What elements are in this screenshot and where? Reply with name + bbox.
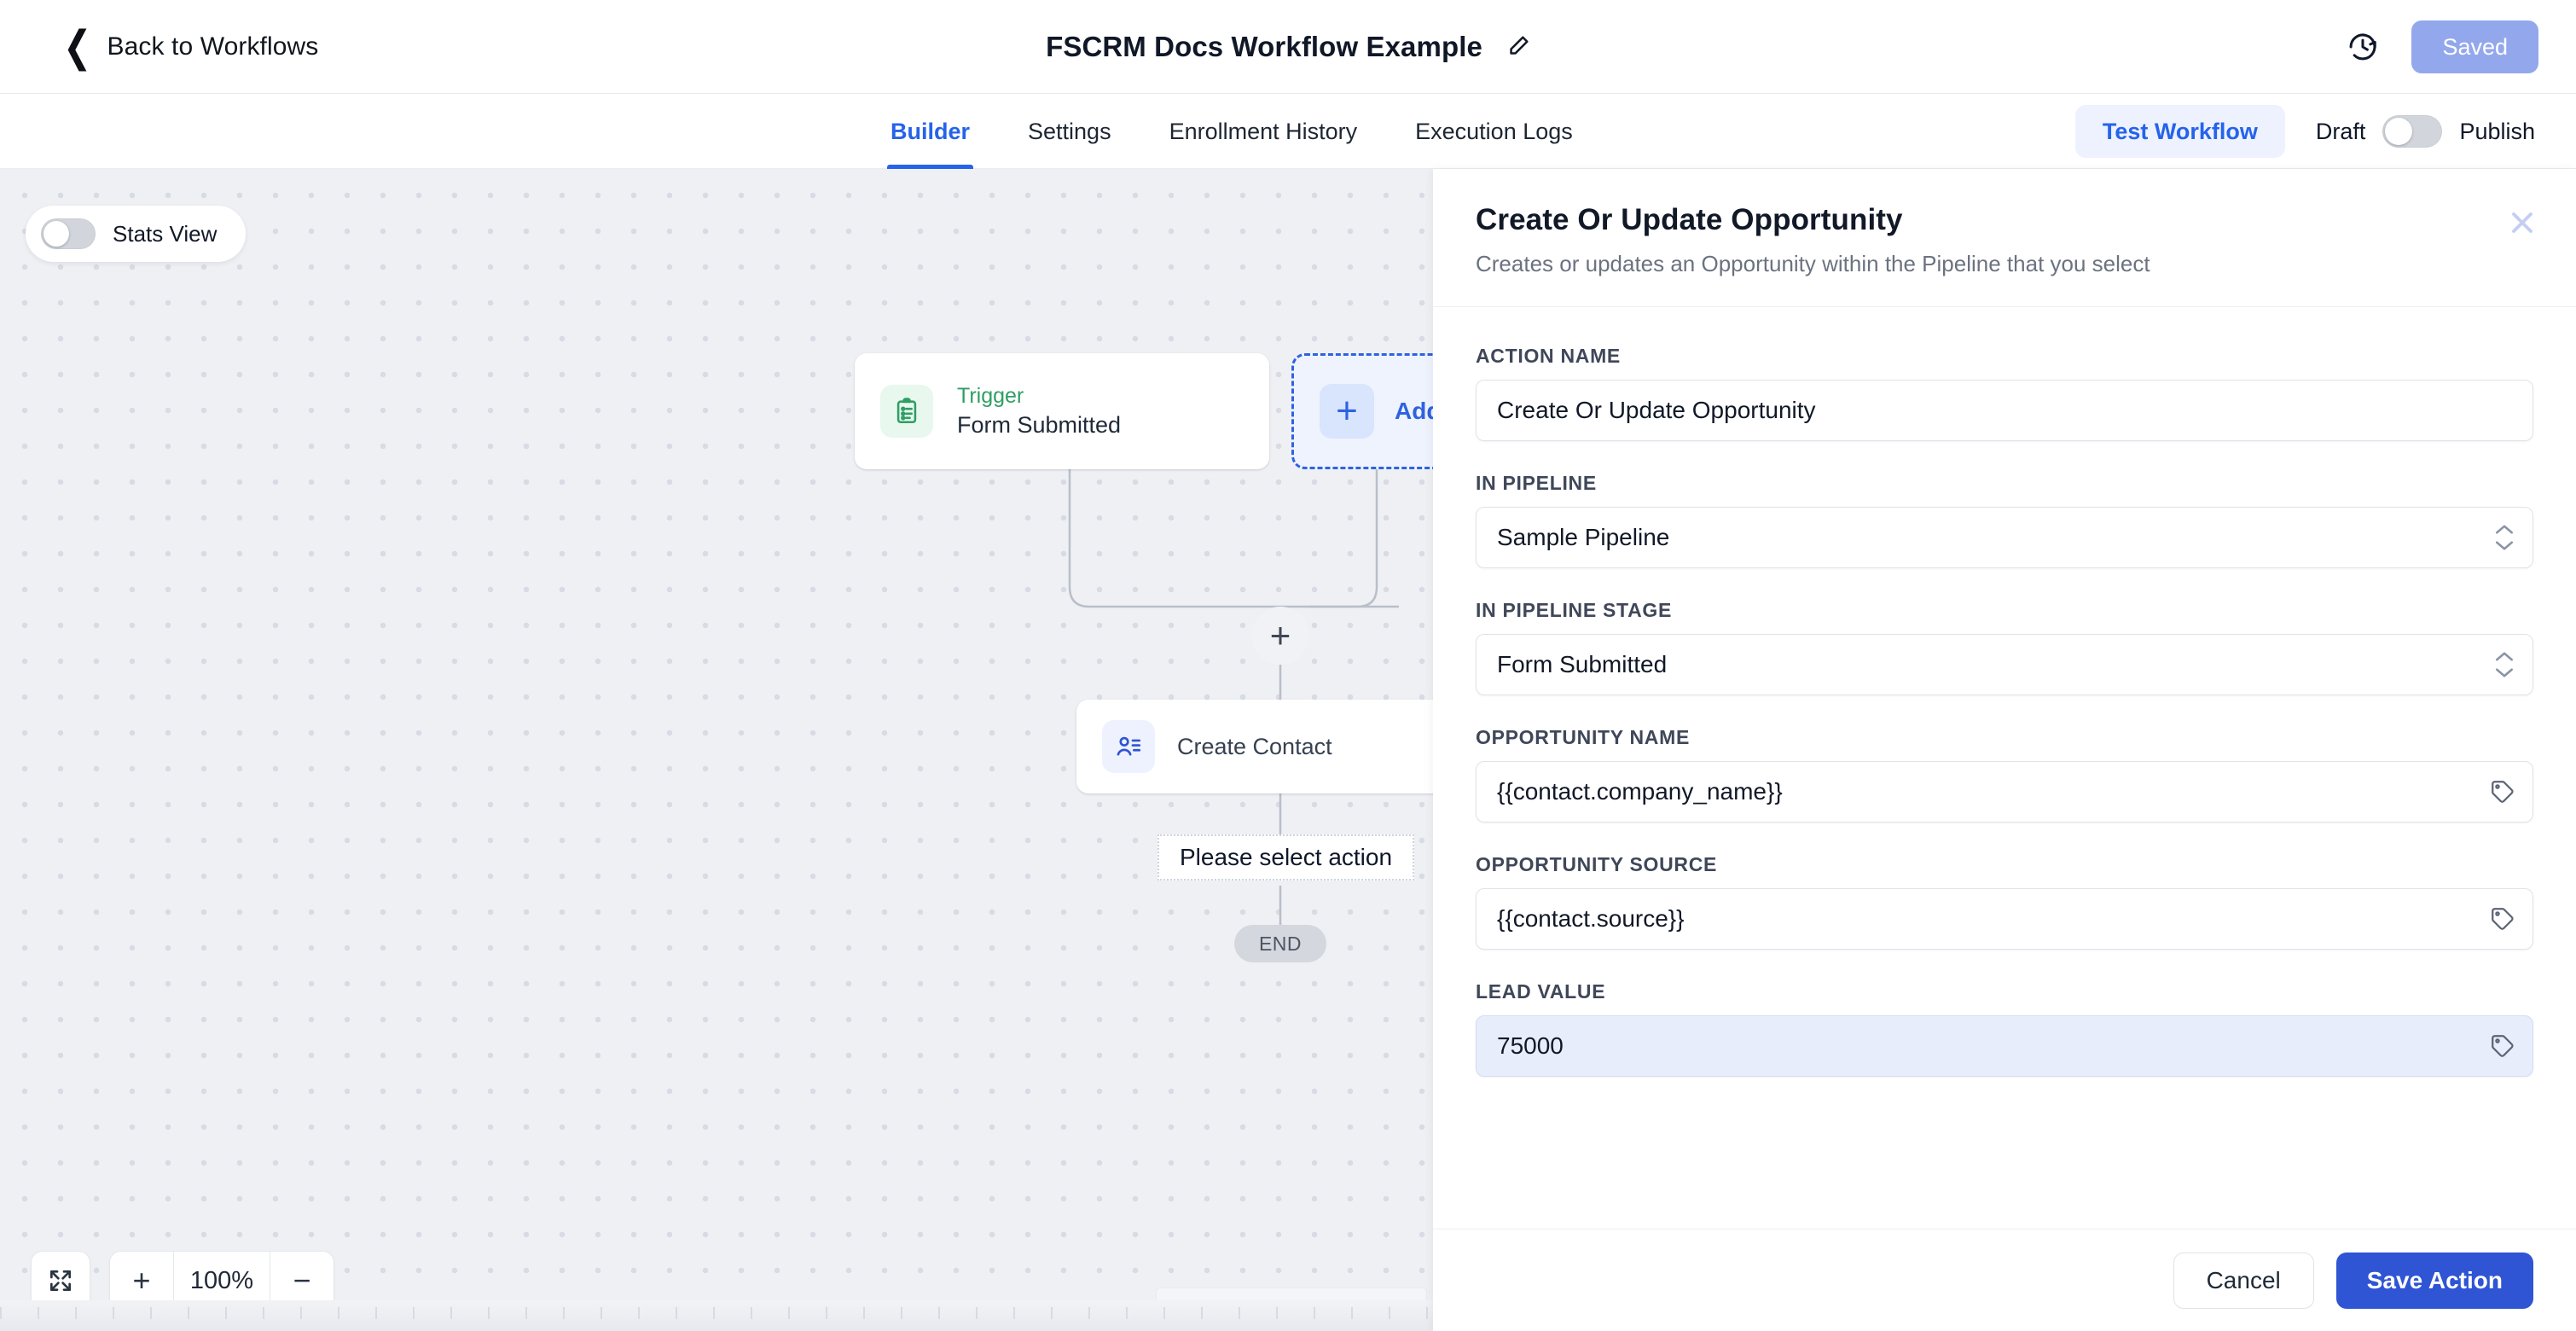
tab-bar-right: Test Workflow Draft Publish	[2074, 94, 2535, 169]
field-action-name: ACTION NAME	[1476, 345, 2533, 441]
panel-footer: Cancel Save Action	[1433, 1229, 2576, 1331]
publish-state-group: Draft Publish	[2316, 115, 2535, 148]
lead-value-input[interactable]	[1477, 1016, 2532, 1076]
tab-settings[interactable]: Settings	[999, 94, 1140, 169]
field-in-pipeline: IN PIPELINE	[1476, 472, 2533, 568]
page-title: FSCRM Docs Workflow Example	[1046, 31, 1482, 62]
lead-value-control[interactable]	[1476, 1015, 2533, 1077]
stats-view-label: Stats View	[113, 220, 218, 247]
opportunity-source-input[interactable]	[1477, 889, 2532, 949]
node-add-label: Add	[1395, 398, 1433, 424]
workflow-builder-app: ❮ Back to Workflows FSCRM Docs Workflow …	[0, 0, 2576, 1331]
node-trigger-kicker: Trigger	[957, 384, 1024, 408]
cancel-button[interactable]: Cancel	[2173, 1252, 2314, 1309]
pencil-icon[interactable]	[1505, 34, 1530, 60]
toggle-knob	[44, 221, 69, 247]
chevron-left-icon: ❮	[63, 23, 92, 70]
stats-view-toggle[interactable]	[41, 218, 96, 249]
canvas-horizontal-scrollbar[interactable]	[0, 1300, 1433, 1331]
node-create-contact-title: Create Contact	[1177, 733, 1332, 759]
field-opportunity-source: OPPORTUNITY SOURCE	[1476, 853, 2533, 950]
back-to-workflows-link[interactable]: ❮ Back to Workflows	[63, 26, 319, 68]
clipboard-list-icon	[880, 385, 933, 438]
in-pipeline-value[interactable]	[1477, 508, 2532, 567]
panel-title: Create Or Update Opportunity	[1476, 203, 1903, 236]
node-add-placeholder[interactable]: + Add	[1291, 353, 1433, 469]
action-name-input[interactable]	[1477, 381, 2532, 440]
top-bar: ❮ Back to Workflows FSCRM Docs Workflow …	[0, 0, 2576, 94]
node-create-contact[interactable]: Create Contact	[1076, 700, 1433, 793]
tag-icon[interactable]	[2490, 906, 2515, 932]
chevron-up-down-icon[interactable]	[2493, 523, 2515, 552]
draft-label: Draft	[2315, 118, 2366, 144]
toggle-knob	[2385, 118, 2413, 145]
in-pipeline-stage-value[interactable]	[1477, 635, 2532, 695]
ruler-ticks	[0, 1307, 1433, 1319]
action-settings-panel: Create Or Update Opportunity Creates or …	[1433, 169, 2576, 1331]
tab-builder[interactable]: Builder	[862, 94, 999, 169]
field-label: OPPORTUNITY NAME	[1476, 726, 1691, 748]
in-pipeline-stage-select[interactable]	[1476, 634, 2533, 695]
saved-status-button[interactable]: Saved	[2411, 20, 2538, 73]
stats-view-control[interactable]: Stats View	[26, 206, 247, 262]
field-lead-value: LEAD VALUE	[1476, 980, 2533, 1077]
end-node: END	[1234, 925, 1326, 962]
contact-card-icon	[1102, 720, 1155, 773]
field-label: OPPORTUNITY SOURCE	[1476, 853, 1718, 875]
field-label: ACTION NAME	[1476, 345, 1621, 367]
tag-icon[interactable]	[2490, 1033, 2515, 1059]
node-trigger-title: Form Submitted	[957, 412, 1122, 438]
chevron-up-down-icon[interactable]	[2493, 650, 2515, 679]
panel-header: Create Or Update Opportunity Creates or …	[1433, 169, 2576, 307]
save-action-button[interactable]: Save Action	[2335, 1252, 2533, 1309]
in-pipeline-select[interactable]	[1476, 507, 2533, 568]
tab-bar: Builder Settings Enrollment History Exec…	[0, 94, 2576, 169]
field-in-pipeline-stage: IN PIPELINE STAGE	[1476, 599, 2533, 695]
panel-form: ACTION NAME IN PIPELINE	[1433, 307, 2576, 1229]
tab-enrollment-history[interactable]: Enrollment History	[1140, 94, 1387, 169]
field-label: LEAD VALUE	[1476, 980, 1606, 1003]
field-opportunity-name: OPPORTUNITY NAME	[1476, 726, 2533, 822]
test-workflow-button[interactable]: Test Workflow	[2074, 105, 2285, 158]
workflow-title-group: FSCRM Docs Workflow Example	[1046, 0, 1530, 94]
publish-toggle[interactable]	[2382, 115, 2443, 148]
plus-icon: +	[1320, 384, 1374, 439]
action-name-control[interactable]	[1476, 380, 2533, 441]
panel-subtitle: Creates or updates an Opportunity within…	[1476, 251, 2150, 276]
clock-history-icon[interactable]	[2347, 31, 2379, 63]
opportunity-name-control[interactable]	[1476, 761, 2533, 822]
node-trigger[interactable]: Trigger Form Submitted	[855, 353, 1269, 469]
field-label: IN PIPELINE	[1476, 472, 1597, 494]
opportunity-source-control[interactable]	[1476, 888, 2533, 950]
field-label: IN PIPELINE STAGE	[1476, 599, 1673, 621]
tag-icon[interactable]	[2490, 779, 2515, 805]
workflow-canvas[interactable]: Stats View Trigger Form Submitted + Add	[0, 169, 1433, 1331]
opportunity-name-input[interactable]	[1477, 762, 2532, 822]
close-icon[interactable]	[2503, 203, 2542, 242]
publish-label: Publish	[2459, 118, 2535, 144]
node-trigger-texts: Trigger Form Submitted	[957, 384, 1121, 439]
please-select-action-hint[interactable]: Please select action	[1157, 834, 1415, 881]
tab-list: Builder Settings Enrollment History Exec…	[862, 94, 1602, 169]
tab-execution-logs[interactable]: Execution Logs	[1386, 94, 1602, 169]
top-bar-right: Saved	[2347, 0, 2538, 94]
add-step-plus-button[interactable]: +	[1251, 607, 1309, 665]
back-to-workflows-label: Back to Workflows	[107, 32, 319, 61]
